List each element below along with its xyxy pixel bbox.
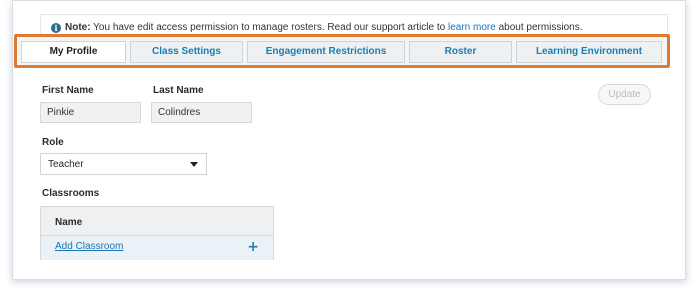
role-select[interactable]: Teacher xyxy=(40,153,207,175)
tab-my-profile[interactable]: My Profile xyxy=(21,41,126,63)
last-name-field[interactable]: Colindres xyxy=(151,102,252,123)
caret-down-icon xyxy=(190,162,198,167)
learn-more-link[interactable]: learn more xyxy=(448,22,496,33)
add-classroom-row[interactable]: Add Classroom + xyxy=(41,236,273,260)
plus-icon[interactable]: + xyxy=(247,239,259,255)
classrooms-label: Classrooms xyxy=(42,188,100,199)
add-classroom-link[interactable]: Add Classroom xyxy=(55,241,123,252)
info-icon: i xyxy=(51,23,61,33)
note-text: You have edit access permission to manag… xyxy=(93,22,446,33)
last-name-label: Last Name xyxy=(153,85,204,96)
note-label: Note: xyxy=(65,22,91,33)
role-selected-value: Teacher xyxy=(48,159,84,170)
note-text-after: about permissions. xyxy=(498,22,583,33)
first-name-label: First Name xyxy=(42,85,94,96)
update-button[interactable]: Update xyxy=(598,84,651,105)
first-name-field[interactable]: Pinkie xyxy=(40,102,141,123)
tab-roster[interactable]: Roster xyxy=(409,41,512,63)
name-column-header: Name xyxy=(41,207,273,236)
tab-engagement-restrictions[interactable]: Engagement Restrictions xyxy=(247,41,405,63)
tab-learning-environment[interactable]: Learning Environment xyxy=(516,41,662,63)
classrooms-table: Name Add Classroom + xyxy=(40,206,274,260)
role-label: Role xyxy=(42,137,64,148)
tab-class-settings[interactable]: Class Settings xyxy=(130,41,243,63)
